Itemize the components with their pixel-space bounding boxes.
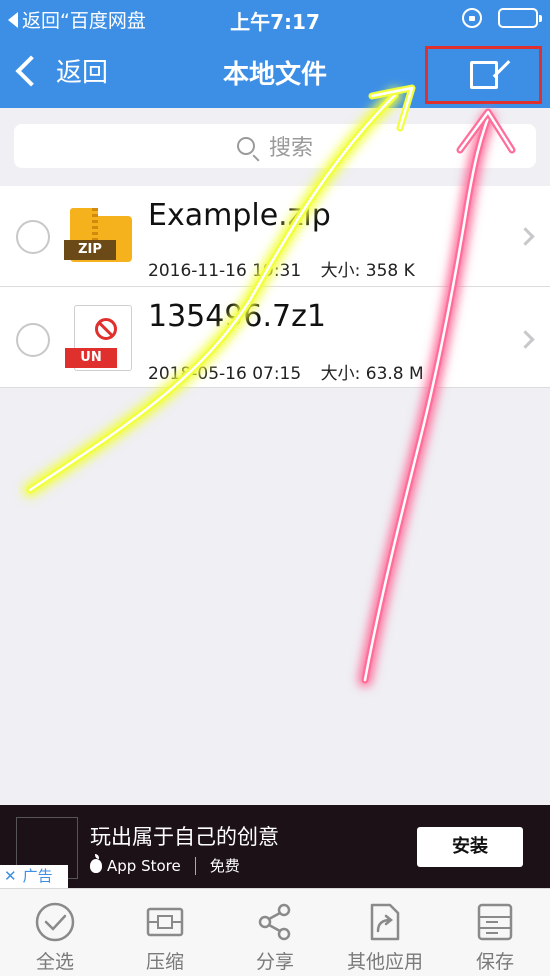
ad-price: 免费 <box>209 857 240 875</box>
un-badge: UN <box>65 348 117 368</box>
other-apps-label: 其他应用 <box>346 951 423 973</box>
select-radio[interactable] <box>16 220 50 254</box>
compress-icon <box>146 907 184 937</box>
file-size: 358 K <box>365 261 415 281</box>
install-button[interactable]: 安装 <box>417 827 523 867</box>
battery-icon <box>498 8 542 28</box>
search-icon <box>236 137 255 155</box>
close-icon[interactable]: ✕ <box>4 867 17 885</box>
select-radio[interactable] <box>16 323 50 357</box>
search-placeholder: 搜索 <box>268 136 313 161</box>
search-input[interactable]: 搜索 <box>14 124 536 168</box>
file-row[interactable]: UN 135496.7z1 2018-05-16 07:15 大小: 63.8 … <box>0 287 550 388</box>
save-button[interactable]: 保存 <box>440 889 550 976</box>
file-size-label: 大小: <box>320 261 361 281</box>
ad-tag[interactable]: ✕ 广告 <box>0 865 68 888</box>
bottom-toolbar: 全选 压缩 分享 其他应用 保存 <box>0 888 550 976</box>
chevron-right-icon[interactable] <box>516 330 535 349</box>
file-date: 2018-05-16 07:15 <box>148 364 302 384</box>
file-name: Example.zip <box>148 198 331 233</box>
ad-banner[interactable]: 玩出属于自己的创意 App Store 免费 安装 ✕ 广告 <box>0 805 550 888</box>
status-indicators <box>462 8 542 28</box>
open-in-icon <box>370 903 400 941</box>
zip-file-icon: ZIP <box>64 206 132 262</box>
file-size: 63.8 M <box>365 364 424 384</box>
share-icon <box>258 903 291 941</box>
zip-badge: ZIP <box>64 240 116 260</box>
file-meta: 2018-05-16 07:15 大小: 63.8 M <box>148 359 424 384</box>
ad-divider <box>194 856 196 875</box>
compress-label: 压缩 <box>145 951 184 973</box>
chevron-right-icon[interactable] <box>516 227 535 246</box>
save-drive-icon <box>477 903 513 941</box>
select-all-label: 全选 <box>35 951 74 973</box>
ad-tag-label: 广告 <box>22 867 53 885</box>
unsupported-file-icon: UN <box>65 305 132 371</box>
other-apps-button[interactable]: 其他应用 <box>330 889 440 976</box>
navigation-bar: 返回 本地文件 <box>0 36 550 108</box>
save-label: 保存 <box>475 951 514 973</box>
share-label: 分享 <box>255 951 294 973</box>
rotation-lock-icon <box>462 8 482 28</box>
edit-button[interactable] <box>425 46 542 104</box>
select-all-button[interactable]: 全选 <box>0 889 110 976</box>
ad-subtitle: App Store 免费 <box>90 853 240 876</box>
check-circle-icon <box>35 902 75 942</box>
edit-icon <box>469 61 498 89</box>
file-name: 135496.7z1 <box>148 299 326 334</box>
share-button[interactable]: 分享 <box>220 889 330 976</box>
file-list: ZIP Example.zip 2016-11-16 19:31 大小: 358… <box>0 186 550 388</box>
search-area: 搜索 <box>0 108 550 186</box>
ad-store: App Store <box>107 856 181 875</box>
status-bar: 返回“百度网盘 上午7:17 <box>0 0 550 36</box>
apple-icon <box>90 853 102 873</box>
file-size-label: 大小: <box>320 364 361 384</box>
ad-title: 玩出属于自己的创意 <box>90 825 279 849</box>
file-meta: 2016-11-16 19:31 大小: 358 K <box>148 256 415 281</box>
file-row[interactable]: ZIP Example.zip 2016-11-16 19:31 大小: 358… <box>0 186 550 287</box>
file-date: 2016-11-16 19:31 <box>148 261 302 281</box>
compress-button[interactable]: 压缩 <box>110 889 220 976</box>
prohibited-icon <box>95 318 117 340</box>
